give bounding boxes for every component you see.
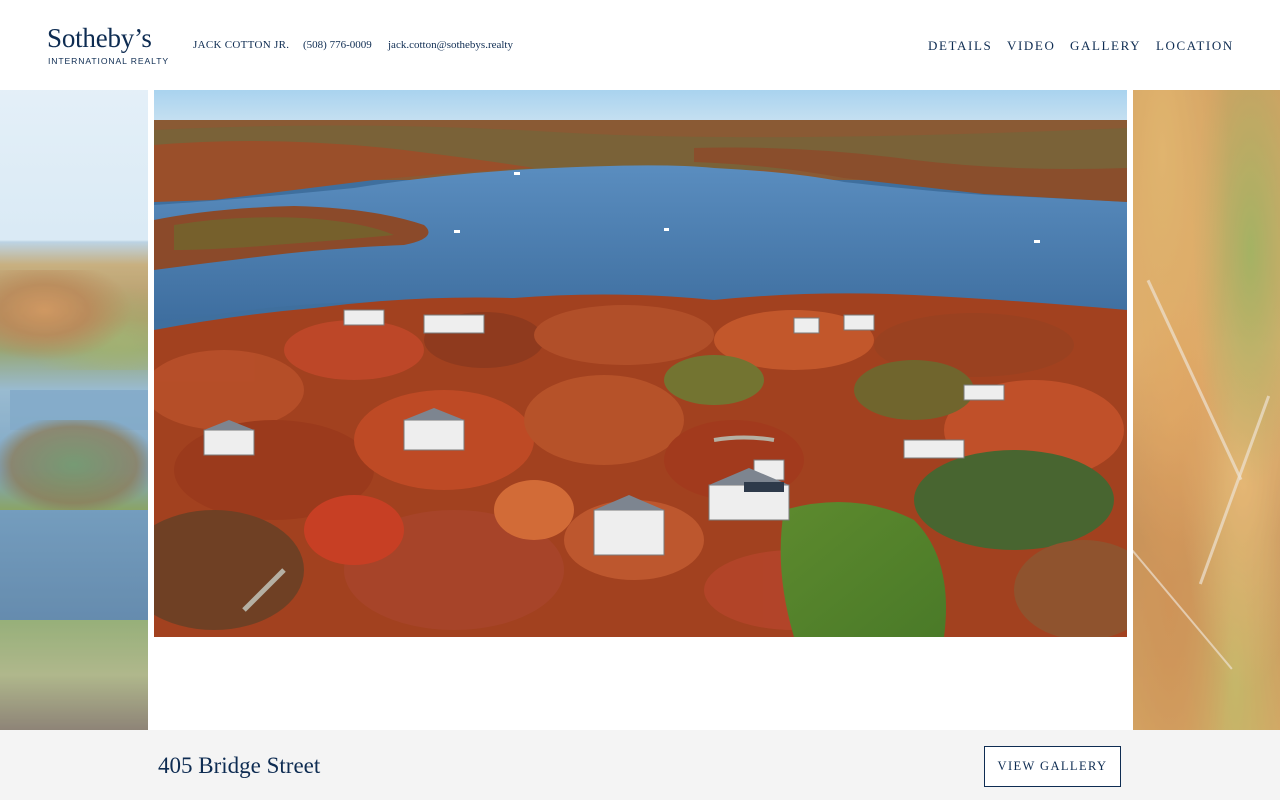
photo-carousel[interactable] bbox=[0, 90, 1280, 730]
slide-shore-area bbox=[0, 420, 148, 510]
site-header: Sotheby’s INTERNATIONAL REALTY JACK COTT… bbox=[0, 0, 1280, 90]
logo-wordmark: Sotheby’s bbox=[47, 23, 152, 53]
aerial-photo bbox=[154, 90, 1127, 637]
listing-address: 405 Bridge Street bbox=[158, 753, 321, 778]
slide-harbor-area bbox=[0, 510, 148, 620]
slide-branch-1 bbox=[1146, 279, 1243, 481]
slide-lawn-area bbox=[0, 620, 148, 730]
nav-gallery[interactable]: GALLERY bbox=[1070, 38, 1141, 54]
nav-details[interactable]: DETAILS bbox=[928, 38, 992, 54]
carousel-next-slide[interactable] bbox=[1133, 90, 1280, 730]
sothebys-logo[interactable]: Sotheby’s INTERNATIONAL REALTY bbox=[47, 22, 169, 70]
slide-branch-2 bbox=[1198, 395, 1271, 585]
agent-email-link[interactable]: jack.cotton@sothebys.realty bbox=[388, 39, 513, 51]
agent-phone-link[interactable]: (508) 776-0009 bbox=[303, 39, 372, 51]
view-gallery-button[interactable]: VIEW GALLERY bbox=[984, 746, 1121, 787]
nav-video[interactable]: VIDEO bbox=[1007, 38, 1055, 54]
listing-footer-bar: 405 Bridge Street VIEW GALLERY bbox=[0, 730, 1280, 800]
carousel-current-slide[interactable] bbox=[154, 90, 1127, 637]
logo-subtitle: INTERNATIONAL REALTY bbox=[48, 56, 169, 66]
slide-branch-3 bbox=[1133, 530, 1233, 670]
agent-name: JACK COTTON JR. bbox=[193, 39, 290, 51]
nav-location[interactable]: LOCATION bbox=[1156, 38, 1234, 54]
slide-foliage-area bbox=[0, 270, 148, 370]
carousel-prev-slide[interactable] bbox=[0, 90, 148, 730]
